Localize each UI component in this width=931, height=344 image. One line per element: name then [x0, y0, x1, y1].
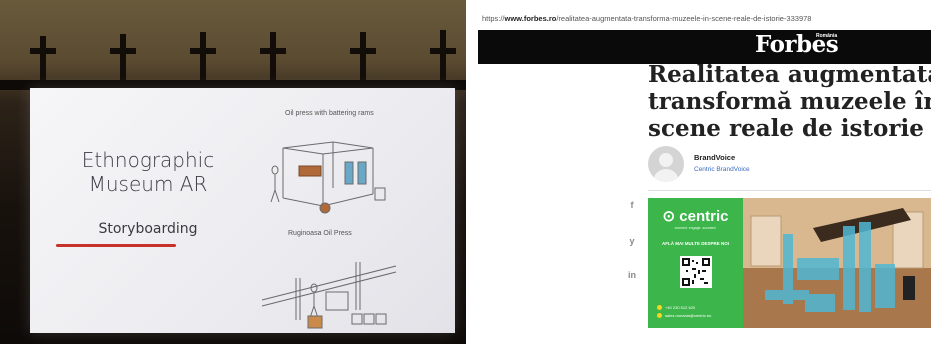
- url-domain: www.forbes.ro: [504, 14, 557, 23]
- centric-tagline: connect. engage. succeed.: [674, 226, 717, 230]
- facebook-icon[interactable]: f: [626, 200, 638, 210]
- ruginoasa-press-sketch: [261, 262, 397, 329]
- divider: [648, 190, 931, 191]
- headline-line2: transformă muzeele în: [648, 88, 931, 115]
- slide-title-line2: Museum AR: [88, 172, 208, 196]
- logo-edition: România: [816, 33, 838, 39]
- email-icon: [657, 313, 662, 319]
- phone-icon: [657, 305, 662, 311]
- centric-ad-panel[interactable]: ⊙ centric connect. engage. succeed. AFLĂ…: [648, 198, 743, 328]
- address-bar-url[interactable]: https://www.forbes.ro/realitatea-augment…: [482, 14, 811, 23]
- ad-cta: AFLĂ MAI MULTE DESPRE NOI: [662, 241, 729, 246]
- decorative-crosses: [0, 30, 466, 90]
- ad-phone: +40 230 512 620: [657, 305, 695, 311]
- url-path: /realitatea-augmentata-transforma-muzeel…: [556, 14, 812, 23]
- caption-bottom: Ruginoasa Oil Press: [288, 230, 352, 237]
- headline-line3: scene reale de istorie: [648, 115, 924, 142]
- author-name[interactable]: BrandVoice: [694, 153, 735, 162]
- qr-code-icon: [680, 256, 712, 288]
- slide-photo: Ethnographic Museum AR Storyboarding Oil…: [0, 0, 466, 344]
- projected-slide: Ethnographic Museum AR Storyboarding Oil…: [30, 88, 455, 333]
- author-avatar[interactable]: [648, 146, 684, 182]
- subtitle-underline: [56, 244, 176, 247]
- headline-line1: Realitatea augmentata: [648, 61, 931, 88]
- ad-email: sales.romania@centric.eu: [657, 313, 711, 319]
- avatar-body: [653, 169, 679, 182]
- ar-press-illustration: [743, 198, 931, 328]
- avatar-head: [659, 153, 673, 167]
- slide-title: Ethnographic Museum AR: [58, 148, 238, 196]
- centric-logo: ⊙ centric: [662, 208, 729, 225]
- slide-subtitle: Storyboarding: [98, 221, 198, 237]
- forbes-article: https://www.forbes.ro/realitatea-augment…: [476, 0, 931, 344]
- ar-museum-photo[interactable]: [743, 198, 931, 328]
- caption-top: Oil press with battering rams: [285, 110, 374, 117]
- site-header: Forbes România: [478, 30, 931, 64]
- author-sub-link[interactable]: Centric BrandVoice: [694, 166, 750, 173]
- twitter-icon[interactable]: y: [626, 236, 638, 246]
- oil-press-sketch: [270, 141, 386, 214]
- slide-title-line1: Ethnographic: [81, 148, 215, 172]
- article-headline: Realitatea augmentata transformă muzeele…: [648, 61, 931, 142]
- url-prefix: https://: [482, 14, 505, 23]
- linkedin-icon[interactable]: in: [626, 270, 638, 280]
